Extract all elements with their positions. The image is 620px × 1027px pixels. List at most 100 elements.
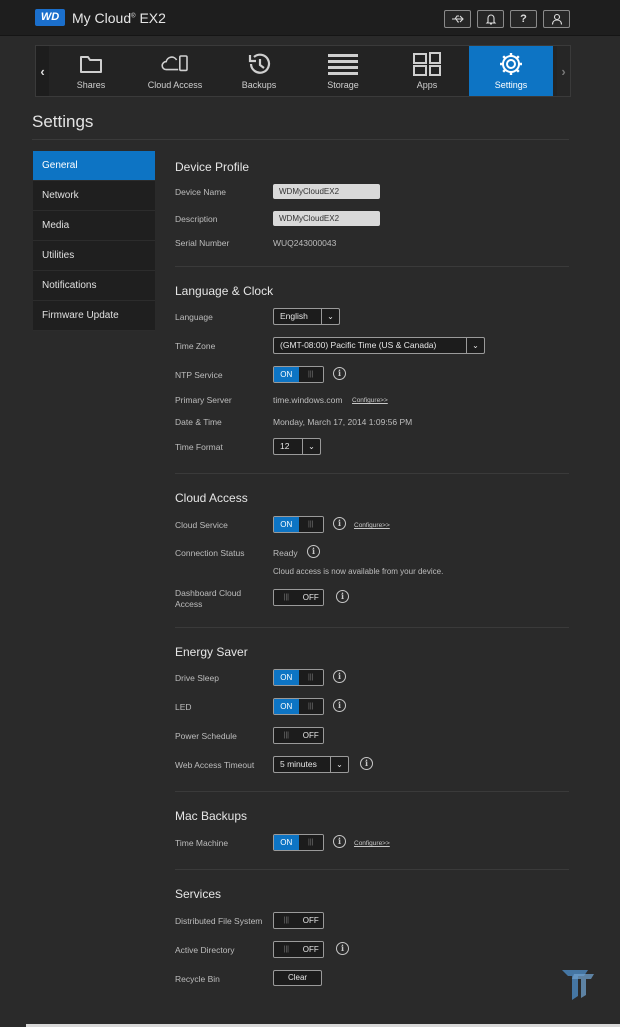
dfs-toggle[interactable]: ||| OFF [273, 912, 324, 929]
info-icon[interactable]: i [333, 699, 346, 712]
info-icon[interactable]: i [333, 367, 346, 380]
bell-icon[interactable] [477, 10, 504, 28]
mac-backups-title: Mac Backups [175, 809, 248, 823]
user-icon[interactable] [543, 10, 570, 28]
services-title: Services [175, 887, 222, 901]
info-icon[interactable]: i [333, 835, 346, 848]
sidebar-item-notifications[interactable]: Notifications [33, 271, 155, 301]
cloud-device-icon [161, 55, 188, 72]
sidebar-item-media[interactable]: Media [33, 211, 155, 241]
recycle-bin-clear-button[interactable]: Clear [273, 970, 322, 986]
toggle-grip: ||| [274, 942, 299, 957]
nav-item-storage[interactable]: Storage [301, 46, 385, 96]
info-icon[interactable]: i [336, 942, 349, 955]
toggle-grip: ||| [298, 517, 323, 532]
section-divider [175, 791, 569, 792]
toggle-off-label: OFF [298, 942, 323, 957]
info-icon[interactable]: i [360, 757, 373, 770]
help-icon[interactable]: ? [510, 10, 537, 28]
time-machine-toggle[interactable]: ON ||| [273, 834, 324, 851]
device-profile-title: Device Profile [175, 160, 250, 174]
chevron-down-icon: ⌄ [321, 309, 339, 324]
nav-item-cloud-access[interactable]: Cloud Access [133, 46, 217, 96]
toggle-on-label: ON [274, 835, 299, 850]
language-select[interactable]: English ⌄ [273, 308, 340, 325]
page-title: Settings [32, 112, 94, 131]
power-schedule-toggle[interactable]: ||| OFF [273, 727, 324, 744]
device-name-field[interactable]: WDMyCloudEX2 [273, 184, 380, 199]
section-divider [175, 869, 569, 870]
nav-left-arrow[interactable]: ‹ [36, 46, 49, 96]
top-bar: WD My Cloud® EX2 ? [0, 0, 620, 36]
toggle-on-label: ON [274, 670, 299, 685]
sidebar-item-network[interactable]: Network [33, 181, 155, 211]
web-access-timeout-value: 5 minutes [280, 759, 317, 769]
info-icon[interactable]: i [333, 670, 346, 683]
power-schedule-label: Power Schedule [175, 731, 237, 741]
connection-status-label: Connection Status [175, 548, 245, 558]
settings-sidebar: General Network Media Utilities Notifica… [33, 151, 155, 331]
nav-label-apps: Apps [416, 80, 438, 90]
chevron-down-icon: ⌄ [330, 757, 348, 772]
info-icon[interactable]: i [333, 517, 346, 530]
nav-item-backups[interactable]: Backups [217, 46, 301, 96]
toggle-off-label: OFF [298, 728, 323, 743]
sidebar-item-general[interactable]: General [33, 151, 155, 181]
storage-icon [328, 54, 358, 75]
folder-icon [80, 56, 102, 73]
dashboard-cloud-toggle[interactable]: ||| OFF [273, 589, 324, 606]
time-format-label: Time Format [175, 442, 223, 452]
toggle-grip: ||| [274, 590, 299, 605]
nav-item-shares[interactable]: Shares [49, 46, 133, 96]
ntp-service-toggle[interactable]: ON ||| [273, 366, 324, 383]
nav-item-settings[interactable]: Settings [469, 46, 553, 96]
timezone-label: Time Zone [175, 341, 216, 351]
time-format-value: 12 [280, 441, 290, 451]
info-icon[interactable]: i [307, 545, 320, 558]
dfs-label: Distributed File System [175, 916, 263, 926]
led-toggle[interactable]: ON ||| [273, 698, 324, 715]
sidebar-item-utilities[interactable]: Utilities [33, 241, 155, 271]
web-access-timeout-label: Web Access Timeout [175, 760, 255, 770]
date-time-label: Date & Time [175, 417, 222, 427]
active-directory-toggle[interactable]: ||| OFF [273, 941, 324, 958]
description-label: Description [175, 214, 218, 224]
apps-icon [413, 52, 441, 76]
time-machine-configure-link[interactable]: Configure>> [354, 840, 390, 847]
description-field[interactable]: WDMyCloudEX2 [273, 211, 380, 226]
dashboard-cloud-label-line1: Dashboard Cloud [175, 588, 242, 598]
timezone-select[interactable]: (GMT-08:00) Pacific Time (US & Canada) ⌄ [273, 337, 485, 354]
watermark-logo [562, 970, 594, 1000]
nav-item-apps[interactable]: Apps [385, 46, 469, 96]
nav-right-arrow[interactable]: › [557, 46, 570, 96]
info-icon[interactable]: i [336, 590, 349, 603]
sidebar-item-firmware-update[interactable]: Firmware Update [33, 301, 155, 331]
led-label: LED [175, 702, 192, 712]
cloud-service-toggle[interactable]: ON ||| [273, 516, 324, 533]
toggle-on-label: ON [274, 367, 299, 382]
toggle-grip: ||| [298, 670, 323, 685]
toggle-off-label: OFF [298, 590, 323, 605]
cloud-service-label: Cloud Service [175, 520, 228, 530]
nav-label-settings: Settings [494, 80, 528, 90]
time-format-select[interactable]: 12 ⌄ [273, 438, 321, 455]
chevron-down-icon: ⌄ [466, 338, 484, 353]
recycle-bin-label: Recycle Bin [175, 974, 220, 984]
toggle-grip: ||| [298, 835, 323, 850]
drive-sleep-label: Drive Sleep [175, 673, 219, 683]
energy-saver-title: Energy Saver [175, 645, 248, 659]
ntp-configure-link[interactable]: Configure>> [352, 397, 388, 404]
main-nav: ‹ Shares Cloud Access Backups Storage Ap… [35, 45, 571, 97]
web-access-timeout-select[interactable]: 5 minutes ⌄ [273, 756, 349, 773]
drive-sleep-toggle[interactable]: ON ||| [273, 669, 324, 686]
device-name-label: Device Name [175, 187, 227, 197]
brand-title: My Cloud® EX2 [72, 10, 166, 26]
toggle-on-label: ON [274, 699, 299, 714]
nav-label-backups: Backups [241, 80, 277, 90]
time-machine-label: Time Machine [175, 838, 229, 848]
cloud-access-title: Cloud Access [175, 491, 248, 505]
brand-model: EX2 [139, 10, 166, 26]
toggle-grip: ||| [298, 699, 323, 714]
usb-icon[interactable] [444, 10, 471, 28]
cloud-configure-link[interactable]: Configure>> [354, 522, 390, 529]
